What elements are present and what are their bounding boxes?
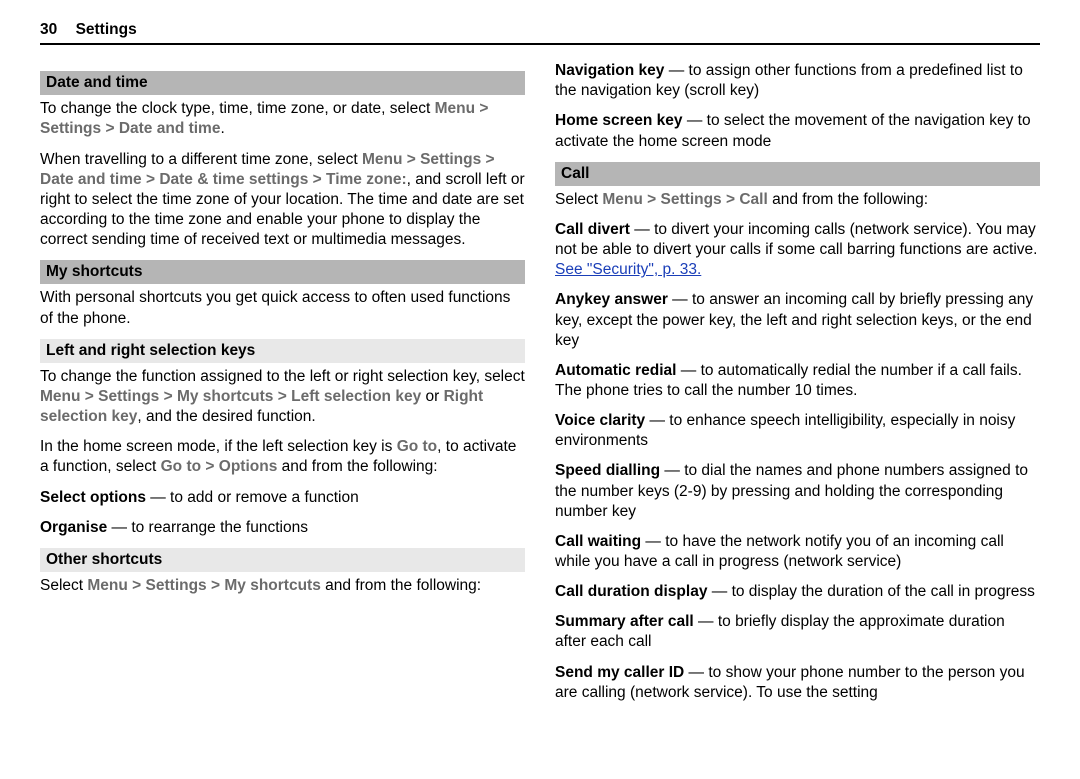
subsection-lr-keys: Left and right selection keys [40,339,525,363]
page-number: 30 [40,20,57,40]
home-screen-key-item: Home screen key — to select the movement… [555,111,1040,151]
section-date-time: Date and time [40,71,525,95]
right-column: Navigation key — to assign other functio… [555,61,1040,713]
section-my-shortcuts: My shortcuts [40,260,525,284]
subsection-other-shortcuts: Other shortcuts [40,548,525,572]
section-call: Call [555,162,1040,186]
lr-keys-p1: To change the function assigned to the l… [40,367,525,427]
call-duration-item: Call duration display — to display the d… [555,582,1040,602]
select-options-item: Select options — to add or remove a func… [40,488,525,508]
organise-item: Organise — to rearrange the functions [40,518,525,538]
date-time-p2: When travelling to a different time zone… [40,150,525,251]
chapter-title: Settings [76,21,137,38]
date-time-p1: To change the clock type, time, time zon… [40,99,525,139]
call-waiting-item: Call waiting — to have the network notif… [555,532,1040,572]
left-column: Date and time To change the clock type, … [40,61,525,713]
voice-clarity-item: Voice clarity — to enhance speech intell… [555,411,1040,451]
other-shortcuts-p1: Select Menu > Settings > My shortcuts an… [40,576,525,596]
automatic-redial-item: Automatic redial — to automatically redi… [555,361,1040,401]
summary-after-call-item: Summary after call — to briefly display … [555,612,1040,652]
shortcuts-intro: With personal shortcuts you get quick ac… [40,288,525,328]
call-divert-item: Call divert — to divert your incoming ca… [555,220,1040,280]
anykey-answer-item: Anykey answer — to answer an incoming ca… [555,290,1040,350]
call-select-path: Select Menu > Settings > Call and from t… [555,190,1040,210]
send-caller-id-item: Send my caller ID — to show your phone n… [555,663,1040,703]
content-columns: Date and time To change the clock type, … [40,61,1040,713]
page-header: 30 Settings [40,20,1040,45]
navigation-key-item: Navigation key — to assign other functio… [555,61,1040,101]
lr-keys-p2: In the home screen mode, if the left sel… [40,437,525,477]
security-link[interactable]: See "Security", p. 33. [555,261,701,278]
speed-dialling-item: Speed dialling — to dial the names and p… [555,461,1040,521]
